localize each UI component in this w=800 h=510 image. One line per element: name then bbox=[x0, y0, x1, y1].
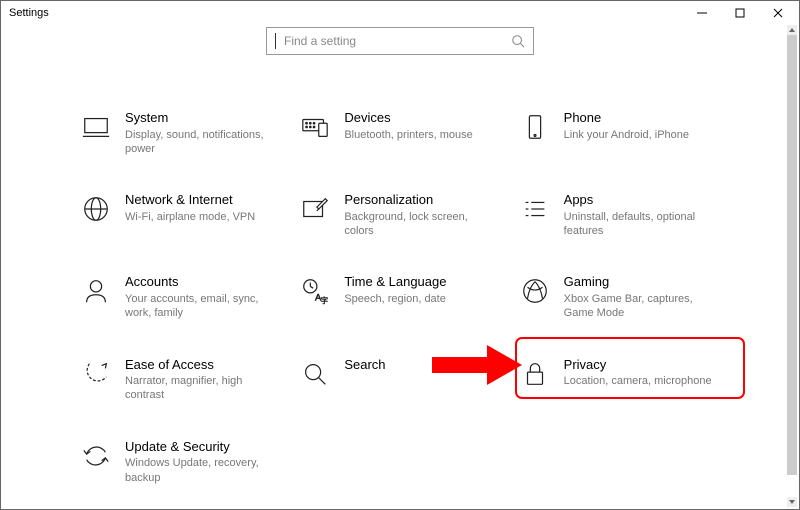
item-sub: Windows Update, recovery, backup bbox=[125, 456, 275, 485]
accounts-icon bbox=[81, 276, 111, 306]
gaming-icon bbox=[520, 276, 550, 306]
item-label: Devices bbox=[344, 110, 509, 126]
item-sub: Narrator, magnifier, high contrast bbox=[125, 374, 275, 403]
item-sub: Speech, region, date bbox=[344, 292, 494, 306]
search-box[interactable] bbox=[266, 27, 534, 55]
item-search[interactable]: Search bbox=[300, 357, 509, 403]
item-sub: Link your Android, iPhone bbox=[564, 128, 714, 142]
scrollbar[interactable] bbox=[787, 25, 797, 507]
text-cursor bbox=[275, 33, 276, 49]
close-button[interactable] bbox=[759, 2, 797, 24]
item-label: Gaming bbox=[564, 274, 729, 290]
item-accounts[interactable]: Accounts Your accounts, email, sync, work… bbox=[81, 274, 290, 320]
search-category-icon bbox=[300, 359, 330, 389]
item-network[interactable]: Network & Internet Wi-Fi, airplane mode, … bbox=[81, 192, 290, 238]
ease-of-access-icon bbox=[81, 359, 111, 389]
item-sub: Background, lock screen, colors bbox=[344, 210, 494, 239]
window-title: Settings bbox=[9, 7, 49, 19]
svg-text:字: 字 bbox=[321, 296, 329, 306]
item-label: Apps bbox=[564, 192, 729, 208]
search-icon bbox=[511, 34, 525, 48]
item-label: Accounts bbox=[125, 274, 290, 290]
item-sub: Xbox Game Bar, captures, Game Mode bbox=[564, 292, 714, 321]
item-gaming[interactable]: Gaming Xbox Game Bar, captures, Game Mode bbox=[520, 274, 729, 320]
item-ease-of-access[interactable]: Ease of AccessNarrator, magnifier, high … bbox=[81, 357, 290, 403]
item-sub: Wi-Fi, airplane mode, VPN bbox=[125, 210, 275, 224]
item-sub: Bluetooth, printers, mouse bbox=[344, 128, 494, 142]
item-label: Time & Language bbox=[344, 274, 509, 290]
privacy-icon bbox=[520, 359, 550, 389]
scroll-thumb[interactable] bbox=[787, 35, 797, 475]
item-update-security[interactable]: Update & SecurityWindows Update, recover… bbox=[81, 439, 290, 485]
time-language-icon: A字 bbox=[300, 276, 330, 306]
devices-icon bbox=[300, 112, 330, 142]
apps-icon bbox=[520, 194, 550, 224]
item-sub: Uninstall, defaults, optional features bbox=[564, 210, 714, 239]
item-privacy[interactable]: PrivacyLocation, camera, microphone bbox=[520, 357, 729, 403]
personalization-icon bbox=[300, 194, 330, 224]
maximize-button[interactable] bbox=[721, 2, 759, 24]
item-label: Search bbox=[344, 357, 509, 373]
item-label: Privacy bbox=[564, 357, 729, 373]
item-label: System bbox=[125, 110, 290, 126]
search-wrap bbox=[1, 27, 799, 55]
minimize-button[interactable] bbox=[683, 2, 721, 24]
scroll-down-button[interactable] bbox=[787, 497, 797, 507]
item-sub: Display, sound, notifications, power bbox=[125, 128, 275, 157]
search-input[interactable] bbox=[284, 34, 505, 48]
item-time-language[interactable]: A字 Time & Language Speech, region, date bbox=[300, 274, 509, 320]
scroll-up-button[interactable] bbox=[787, 25, 797, 35]
item-label: Ease of Access bbox=[125, 357, 290, 373]
item-label: Personalization bbox=[344, 192, 509, 208]
phone-icon bbox=[520, 112, 550, 142]
update-security-icon bbox=[81, 441, 111, 471]
item-devices[interactable]: Devices Bluetooth, printers, mouse bbox=[300, 110, 509, 156]
item-label: Network & Internet bbox=[125, 192, 290, 208]
network-icon bbox=[81, 194, 111, 224]
item-sub: Location, camera, microphone bbox=[564, 374, 714, 388]
window-controls bbox=[683, 2, 797, 24]
item-system[interactable]: System Display, sound, notifications, pow… bbox=[81, 110, 290, 156]
item-label: Update & Security bbox=[125, 439, 290, 455]
item-apps[interactable]: Apps Uninstall, defaults, optional featur… bbox=[520, 192, 729, 238]
item-label: Phone bbox=[564, 110, 729, 126]
titlebar: Settings bbox=[1, 1, 799, 25]
system-icon bbox=[81, 112, 111, 142]
item-personalization[interactable]: Personalization Background, lock screen, … bbox=[300, 192, 509, 238]
item-phone[interactable]: Phone Link your Android, iPhone bbox=[520, 110, 729, 156]
item-sub: Your accounts, email, sync, work, family bbox=[125, 292, 275, 321]
settings-grid: System Display, sound, notifications, pow… bbox=[1, 55, 799, 505]
